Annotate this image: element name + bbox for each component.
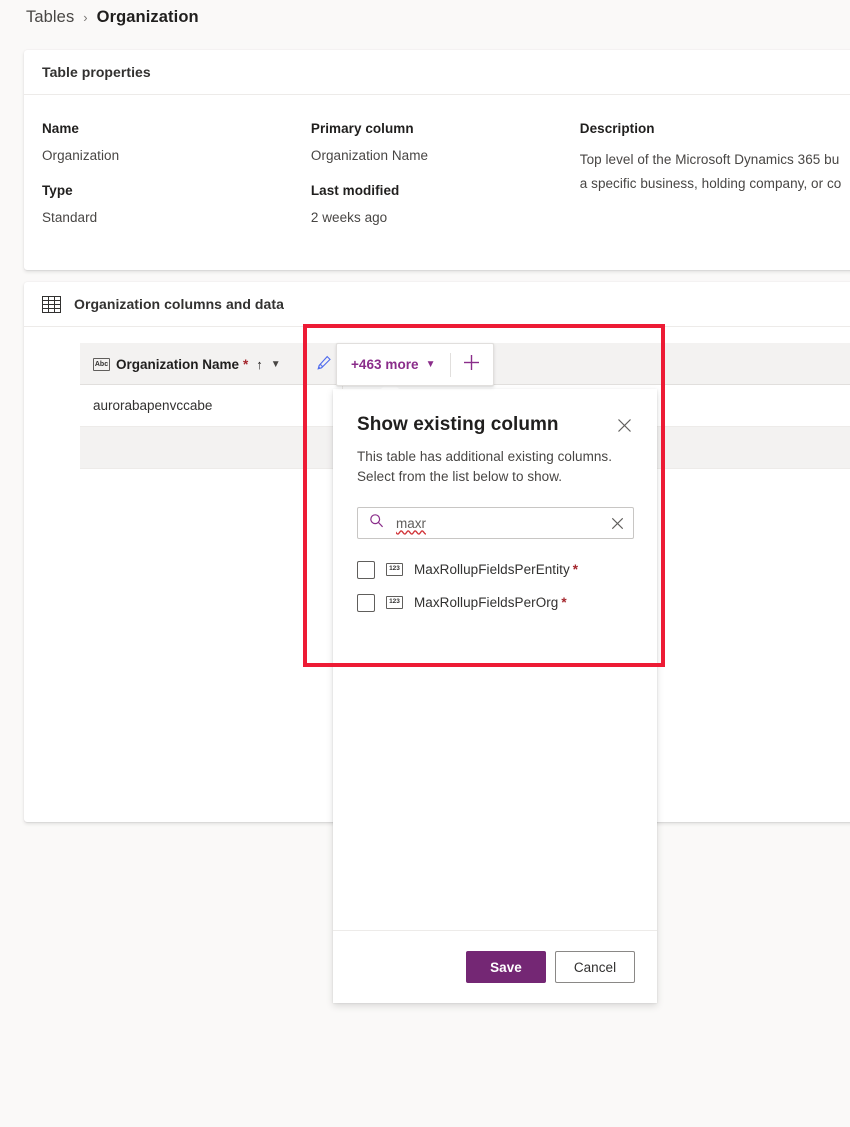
number-123-icon: 123 xyxy=(386,596,403,609)
more-columns-button[interactable]: +463 more ▼ xyxy=(337,344,450,385)
add-column-button[interactable] xyxy=(451,344,493,385)
list-item-label: MaxRollupFieldsPerEntity * xyxy=(414,562,579,577)
list-item[interactable]: 123 MaxRollupFieldsPerOrg * xyxy=(357,586,633,619)
table-properties-card: Table properties Name Organization Type … xyxy=(24,50,850,270)
plus-icon xyxy=(462,353,481,377)
flyout-footer: Save Cancel xyxy=(333,930,657,1003)
property-group-primary-column: Primary column Organization Name Last mo… xyxy=(311,121,580,245)
property-label-last-modified: Last modified xyxy=(310,183,400,198)
table-properties-header: Table properties xyxy=(24,50,850,95)
show-existing-column-flyout: Show existing column This table has addi… xyxy=(333,380,657,1003)
property-group-description: Description Top level of the Microsoft D… xyxy=(580,121,850,245)
checkbox-maxrollupfieldsperentity[interactable] xyxy=(357,560,375,579)
page-title: Organization xyxy=(96,7,199,26)
abc-text-icon: Abc xyxy=(93,357,110,371)
property-label-type: Type xyxy=(42,183,73,198)
table-properties-body: Name Organization Type Standard Primary … xyxy=(24,95,850,245)
breadcrumb: Tables › Organization xyxy=(26,4,199,30)
cell-organization-name[interactable]: aurorabapenvccabe xyxy=(80,385,305,426)
property-group-name: Name Organization Type Standard xyxy=(42,121,311,245)
property-value-primary-column: Organization Name xyxy=(310,148,429,163)
column-header-label: Organization Name xyxy=(116,356,240,372)
property-label-name: Name xyxy=(42,121,79,136)
breadcrumb-tables-link[interactable]: Tables xyxy=(26,8,74,27)
required-marker: * xyxy=(572,562,579,577)
number-123-icon: 123 xyxy=(386,563,403,576)
table-properties-title: Table properties xyxy=(42,64,151,80)
required-marker: * xyxy=(561,595,567,610)
chevron-down-icon[interactable]: ▼ xyxy=(271,359,281,370)
property-value-name: Organization xyxy=(42,148,120,163)
save-button[interactable]: Save xyxy=(466,951,546,983)
clear-icon[interactable] xyxy=(611,517,624,530)
more-columns-label: +463 more xyxy=(351,357,419,372)
search-input-value[interactable]: maxr xyxy=(396,516,611,531)
flyout-title-row: Show existing column xyxy=(357,413,633,438)
property-label-primary-column: Primary column xyxy=(310,121,414,136)
cell-organization-name-empty[interactable] xyxy=(80,427,305,468)
table-icon xyxy=(42,295,61,313)
list-item-label: MaxRollupFieldsPerOrg * xyxy=(414,595,567,610)
columns-and-data-title: Organization columns and data xyxy=(74,296,284,312)
required-marker: * xyxy=(243,356,249,372)
flyout-title: Show existing column xyxy=(357,414,559,435)
list-item[interactable]: 123 MaxRollupFieldsPerEntity * xyxy=(357,553,633,586)
property-value-type: Standard xyxy=(42,210,98,225)
more-columns-pill: +463 more ▼ xyxy=(336,343,494,386)
flyout-subtitle: This table has additional existing colum… xyxy=(357,449,613,484)
breadcrumb-separator-icon: › xyxy=(83,9,88,25)
search-icon xyxy=(369,513,384,533)
chevron-down-icon: ▼ xyxy=(425,359,436,370)
property-label-description: Description xyxy=(579,121,655,136)
existing-columns-list: 123 MaxRollupFieldsPerEntity * 123 MaxRol… xyxy=(357,553,633,619)
flyout-body: Show existing column This table has addi… xyxy=(333,389,657,619)
cancel-button[interactable]: Cancel xyxy=(555,951,635,983)
column-header-organization-name[interactable]: Abc Organization Name * ↑ ▼ xyxy=(80,343,305,385)
sort-ascending-icon[interactable]: ↑ xyxy=(256,357,263,372)
edit-pencil-icon[interactable] xyxy=(316,355,332,374)
columns-and-data-header: Organization columns and data xyxy=(24,282,850,327)
close-icon[interactable] xyxy=(611,412,637,438)
search-input[interactable]: maxr xyxy=(357,507,634,539)
checkbox-maxrollupfieldsperorg[interactable] xyxy=(357,593,375,612)
property-value-last-modified: 2 weeks ago xyxy=(310,210,388,225)
property-value-description: Top level of the Microsoft Dynamics 365 … xyxy=(579,152,842,191)
